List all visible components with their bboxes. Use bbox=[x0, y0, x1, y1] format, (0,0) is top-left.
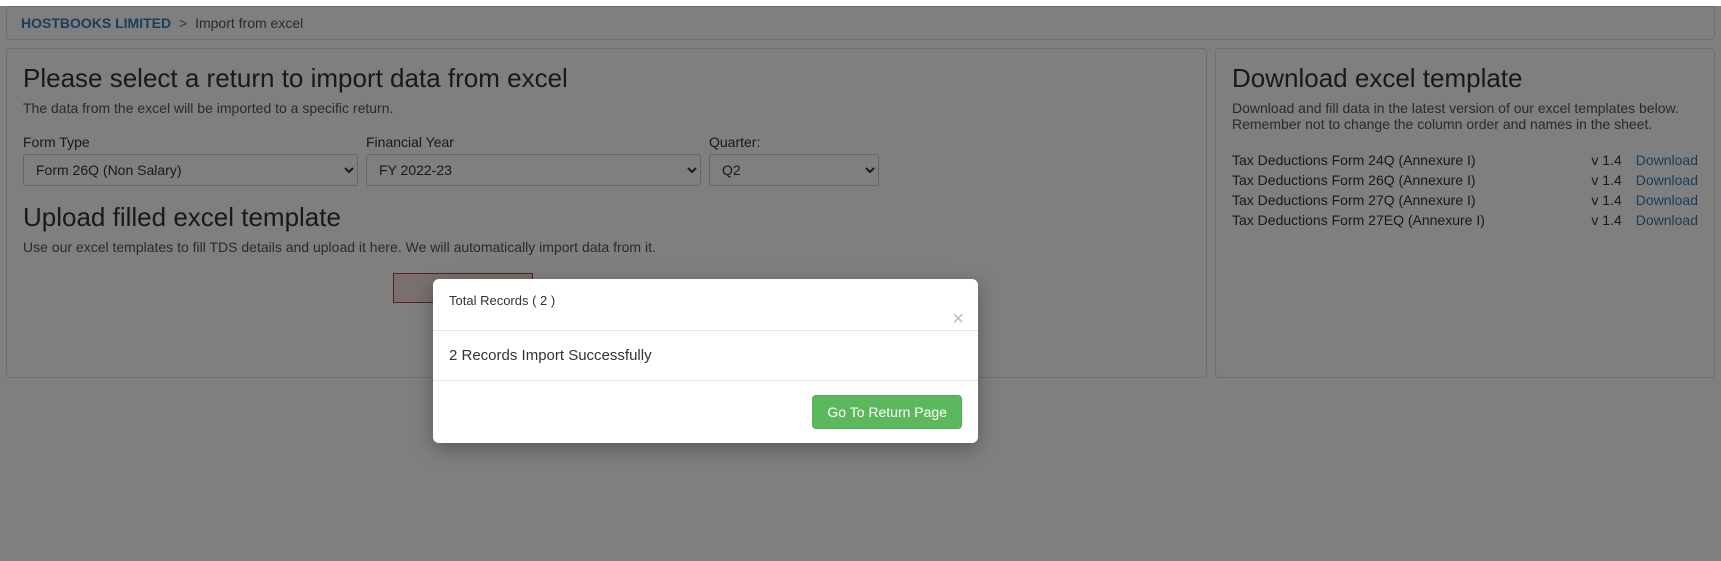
close-icon[interactable]: × bbox=[952, 309, 964, 329]
modal-body: 2 Records Import Successfully bbox=[433, 331, 978, 381]
modal-title: Total Records ( 2 ) bbox=[449, 293, 555, 308]
go-to-return-button[interactable]: Go To Return Page bbox=[812, 395, 962, 429]
import-result-modal: Total Records ( 2 ) × 2 Records Import S… bbox=[433, 279, 978, 443]
